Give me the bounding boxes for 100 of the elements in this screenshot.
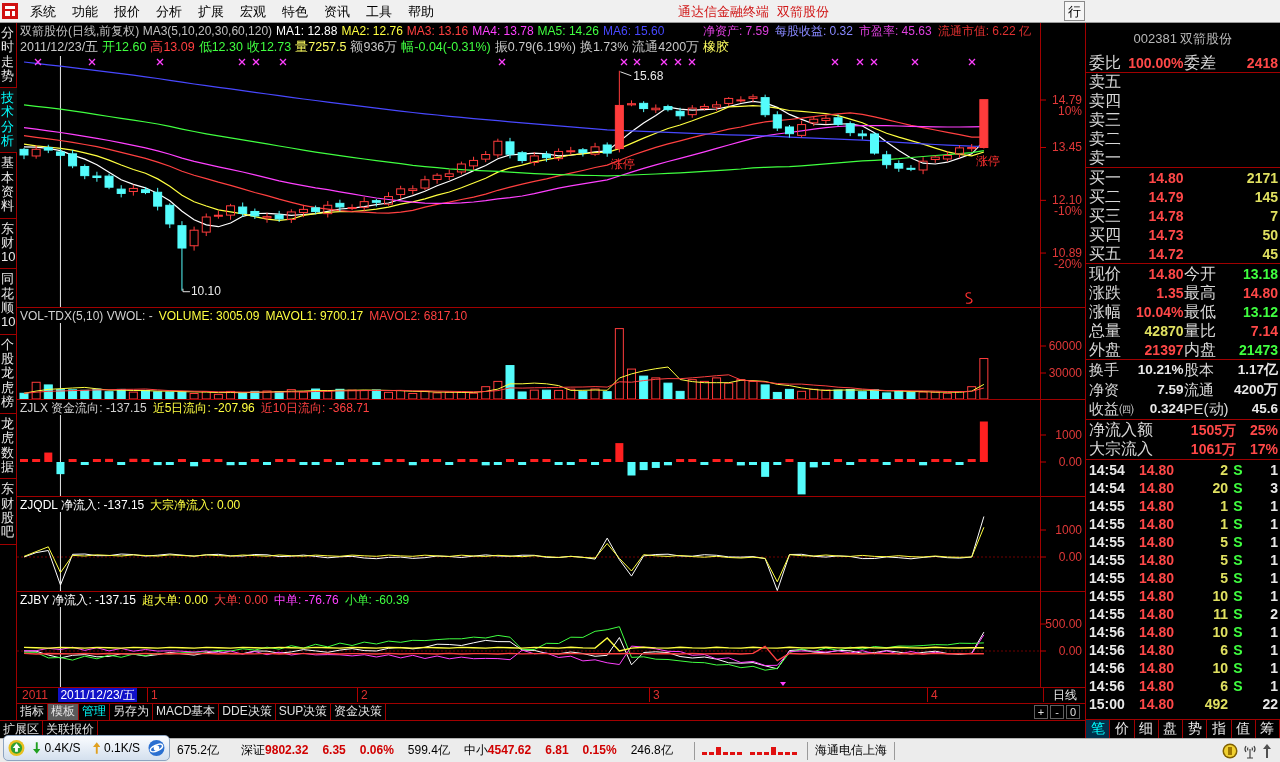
ma-value-label: MA1: 12.88 <box>276 24 338 39</box>
index-turnover: 675.2亿 <box>177 743 220 758</box>
orbit-icon[interactable] <box>148 739 165 757</box>
price-axis-label: 10.89 <box>1051 247 1082 260</box>
ma-value-label: MA2: 12.76 <box>341 24 403 39</box>
stock-title: 002381 双箭股份 <box>1132 30 1234 48</box>
order-label: 卖一 <box>1089 148 1122 167</box>
limit-up-label: 涨停 <box>975 154 1000 168</box>
menu-item[interactable]: 帮助 <box>400 0 442 22</box>
flow-amount: 1061万 <box>1189 440 1236 459</box>
quote-value: 42870 <box>1143 321 1184 340</box>
menu-item[interactable]: 特色 <box>274 0 316 22</box>
formula-tab[interactable]: 模板 <box>48 704 79 720</box>
bar-info-label: 振0.79(6.19%) <box>494 39 576 55</box>
formula-tab[interactable]: 资金决策 <box>331 704 387 720</box>
flow-share: 17% <box>1248 440 1278 459</box>
indicator-axis-label: 500.00 <box>1045 618 1082 630</box>
side-tab[interactable]: 同花顺10 <box>0 269 17 335</box>
menu-item[interactable]: 系统 <box>22 0 64 22</box>
menu-item[interactable]: 报价 <box>106 0 148 22</box>
side-tab[interactable]: 技术分析 <box>0 88 17 154</box>
tick-count: 2 <box>1269 605 1278 623</box>
coin-icon[interactable] <box>1222 742 1238 759</box>
app-icon[interactable] <box>2 3 18 19</box>
tick-side: S <box>1232 569 1244 587</box>
formula-tab[interactable]: MACD基本 <box>153 704 220 720</box>
bar-info-label: 低12.30 <box>198 39 243 55</box>
indicator-axis-label: 60000 <box>1048 340 1082 352</box>
bar-info-label: 换1.73% <box>579 39 629 55</box>
tick-count: 1 <box>1269 533 1278 551</box>
side-tab[interactable]: 东财10 <box>0 218 17 270</box>
indicator-value-label: ZJLX 资金流向: -137.15 <box>20 401 147 416</box>
cross-mark-icon <box>279 58 287 66</box>
order-price: 14.79 <box>1147 187 1184 206</box>
tick-volume: 1 <box>1219 515 1228 533</box>
side-tab[interactable]: 基本资料 <box>0 153 17 219</box>
quote-label: 股本 <box>1183 360 1215 379</box>
menu-item[interactable]: 分析 <box>148 0 190 22</box>
quote-value: 1.35 <box>1155 283 1184 302</box>
side-tab[interactable]: 个股龙虎榜 <box>0 334 17 415</box>
tick-volume: 11 <box>1212 605 1228 623</box>
formula-tab[interactable]: 另存为 <box>110 704 153 720</box>
menu-item[interactable]: 功能 <box>64 0 106 22</box>
high-price-label: 15.68 <box>633 69 664 83</box>
tick-time: 15:00 <box>1089 695 1126 713</box>
fundamental-label: 市盈率: 45.63 <box>858 24 932 39</box>
tick-volume: 10 <box>1211 587 1228 605</box>
tick-side: S <box>1232 497 1244 515</box>
up-arrow-icon[interactable] <box>1262 742 1272 759</box>
side-tab[interactable]: 东财股吧 <box>0 479 17 545</box>
quote-value: 45.6 <box>1250 400 1278 419</box>
formula-tab[interactable]: DDE决策 <box>219 704 276 720</box>
zoom-button[interactable]: 0 <box>1066 705 1080 719</box>
bar-info-label: 2011/12/23/五 <box>20 39 99 55</box>
quote-value: 2418 <box>1245 54 1278 72</box>
indicator-value-label: 大单: 0.00 <box>213 593 268 608</box>
formula-tab[interactable]: 管理 <box>79 704 110 720</box>
quote-value: 1.17亿 <box>1236 360 1278 379</box>
zoom-button[interactable]: + <box>1034 705 1048 719</box>
tick-volume: 5 <box>1219 569 1228 587</box>
chart-title-label: 双箭股份(日线,前复权) MA3(5,10,20,30,60,120) <box>20 24 273 39</box>
order-label: 卖四 <box>1089 92 1122 111</box>
formula-tab[interactable]: SUP决策 <box>275 704 332 720</box>
quote-label: 外盘 <box>1089 340 1122 359</box>
order-volume: 145 <box>1253 187 1278 206</box>
ma-value-label: MA6: 15.60 <box>602 24 665 39</box>
order-price: 14.80 <box>1147 168 1184 187</box>
cross-mark-icon <box>660 58 668 66</box>
quote-value: 10.04% <box>1135 302 1184 321</box>
menu-item[interactable]: 扩展 <box>190 0 232 22</box>
period-label[interactable]: 日线 <box>1043 688 1085 702</box>
price-axis-label: 12.10 <box>1051 194 1082 207</box>
tick-side: S <box>1232 659 1244 677</box>
order-label: 买三 <box>1089 206 1122 225</box>
menu-item[interactable]: 工具 <box>358 0 400 22</box>
index-percent: 0.06% <box>359 743 394 758</box>
cross-mark-icon <box>870 58 878 66</box>
quote-label: 最低 <box>1183 302 1217 321</box>
cross-mark-icon <box>252 58 260 66</box>
quote-button[interactable]: 行 <box>1064 1 1085 21</box>
quote-label: PE(动) <box>1183 400 1230 419</box>
limit-up-label: 涨停 <box>611 158 636 172</box>
tick-volume: 6 <box>1219 677 1228 695</box>
tick-price: 14.80 <box>1138 551 1176 569</box>
arrow-circle-icon[interactable] <box>8 739 25 757</box>
tick-count: 1 <box>1269 677 1278 695</box>
order-price: 14.78 <box>1147 206 1184 225</box>
month-label: 1 <box>147 688 158 702</box>
tick-side: S <box>1232 461 1244 479</box>
order-label: 买五 <box>1089 244 1122 263</box>
order-label: 买一 <box>1089 168 1122 187</box>
indicator-value-label: ZJBY 净流入: -137.15 <box>20 593 136 608</box>
order-volume: 2171 <box>1245 168 1278 187</box>
ma-value-label: MA4: 13.78 <box>472 24 534 39</box>
detail-tab[interactable]: 笔 <box>1086 720 1111 738</box>
menu-item[interactable]: 资讯 <box>316 0 358 22</box>
zoom-button[interactable]: - <box>1050 705 1064 719</box>
menu-item[interactable]: 宏观 <box>232 0 274 22</box>
side-tab[interactable]: 龙虎数据 <box>0 414 17 480</box>
order-label: 卖二 <box>1089 129 1122 148</box>
